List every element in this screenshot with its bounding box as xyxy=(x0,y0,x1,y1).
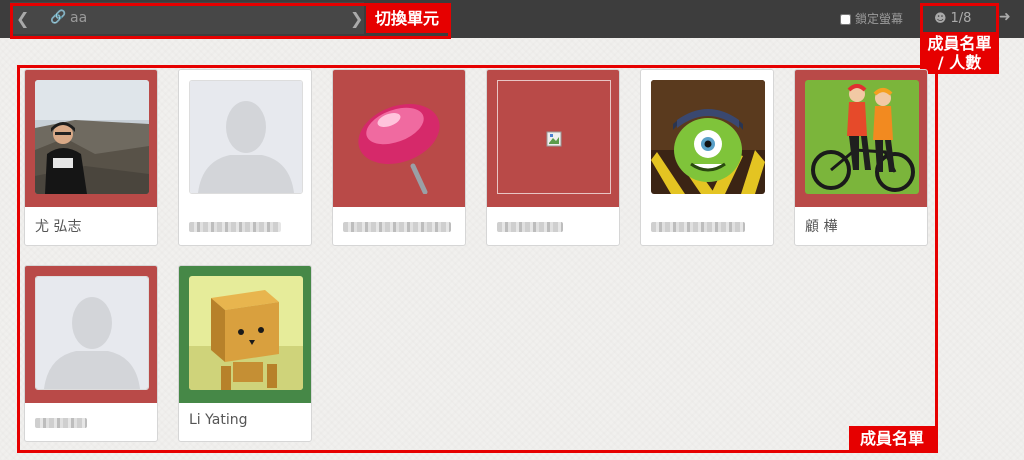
member-card[interactable] xyxy=(178,69,312,246)
member-name: 尤 弘志 xyxy=(35,219,82,235)
member-avatar-default-silhouette xyxy=(35,276,149,390)
member-avatar-one-eyed-monster xyxy=(651,80,765,194)
member-card[interactable] xyxy=(486,69,620,246)
member-avatar-default-silhouette xyxy=(189,80,303,194)
member-card[interactable] xyxy=(640,69,774,246)
lock-screen-toggle[interactable]: 鎖定螢幕 xyxy=(840,10,903,27)
member-avatar-cyclists-cartoon xyxy=(805,80,919,194)
member-name-blurred xyxy=(189,222,281,232)
member-card[interactable] xyxy=(24,265,158,442)
member-list-annotation-label: 成員名單 xyxy=(849,426,935,453)
member-name-blurred xyxy=(651,222,745,232)
switch-unit-annotation-label: 切換單元 xyxy=(366,6,448,33)
member-card[interactable]: Li Yating xyxy=(178,265,312,442)
member-card[interactable]: 尤 弘志 xyxy=(24,69,158,246)
member-name-blurred xyxy=(343,222,451,232)
member-name: 顧 樺 xyxy=(805,219,838,235)
member-name: Li Yating xyxy=(189,412,248,428)
member-avatar-cardboard-robot xyxy=(189,276,303,390)
member-name-blurred xyxy=(35,418,87,428)
member-name-blurred xyxy=(497,222,563,232)
member-avatar-person-photo xyxy=(35,80,149,194)
member-avatar-broken-image xyxy=(497,80,611,194)
member-avatar-pink-pushpin xyxy=(343,80,457,194)
member-count-annotation-line1: 成員名單 xyxy=(927,34,992,53)
member-card[interactable] xyxy=(332,69,466,246)
lock-screen-label: 鎖定螢幕 xyxy=(855,12,904,26)
lock-screen-checkbox[interactable] xyxy=(840,14,851,25)
exit-arrow-icon[interactable]: ➜ xyxy=(999,9,1011,25)
member-card[interactable]: 顧 樺 xyxy=(794,69,928,246)
